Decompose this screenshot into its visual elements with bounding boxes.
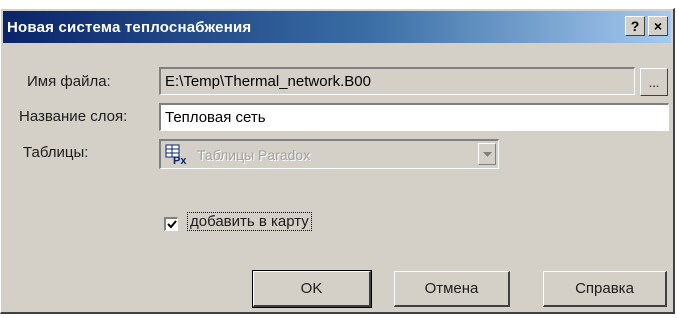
tables-select-value: Таблицы Paradox (197, 146, 311, 163)
paradox-px-icon: Px (165, 144, 191, 167)
question-icon: ? (630, 18, 640, 34)
help-button[interactable]: Справка (543, 271, 667, 307)
title-bar[interactable]: Новая система теплоснабжения ? × (3, 11, 671, 43)
add-to-map-label[interactable]: добавить в карту (187, 212, 312, 231)
file-name-label: Имя файла: (27, 73, 111, 90)
tables-label: Таблицы: (23, 144, 89, 161)
cancel-button[interactable]: Отмена (394, 271, 510, 307)
ellipsis-icon: ... (648, 74, 660, 90)
close-button[interactable]: × (648, 16, 668, 36)
file-name-field[interactable]: E:\Temp\Thermal_network.B00 (159, 67, 635, 95)
layer-name-label: Название слоя: (19, 108, 128, 125)
tables-select[interactable]: Px Таблицы Paradox (159, 139, 499, 169)
add-to-map-checkbox[interactable] (164, 217, 178, 231)
svg-text:Px: Px (173, 155, 187, 166)
close-icon: × (653, 18, 663, 34)
layer-name-input[interactable]: Тепловая сеть (159, 103, 669, 131)
layer-name-value: Тепловая сеть (165, 109, 266, 126)
help-question-button[interactable]: ? (625, 16, 645, 36)
chevron-down-icon[interactable] (478, 143, 496, 165)
checkmark-icon (166, 220, 177, 229)
new-heat-supply-dialog: Новая система теплоснабжения ? × Имя фай… (0, 8, 675, 314)
dialog-title: Новая система теплоснабжения (7, 18, 252, 36)
ok-button[interactable]: OK (252, 270, 372, 308)
browse-button[interactable]: ... (640, 68, 668, 96)
file-name-value: E:\Temp\Thermal_network.B00 (165, 73, 371, 90)
